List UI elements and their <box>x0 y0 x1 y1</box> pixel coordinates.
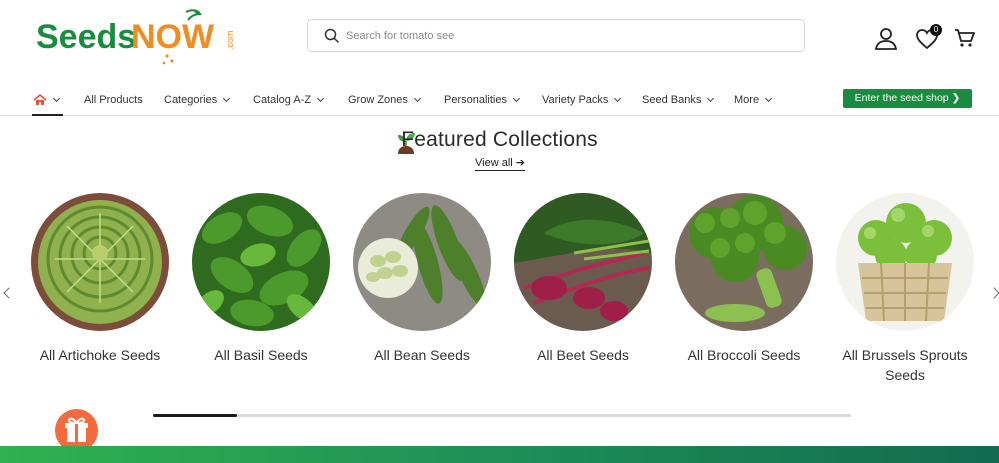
carousel-prev-icon[interactable] <box>3 287 15 299</box>
cart-icon[interactable] <box>953 26 977 50</box>
beet-image[interactable] <box>514 193 652 331</box>
nav-item-grow-zones[interactable]: Grow Zones <box>348 94 421 106</box>
nav-home[interactable] <box>33 94 61 106</box>
footer-banner-strip <box>0 446 999 463</box>
wishlist-button[interactable]: 0 <box>914 24 942 52</box>
collection-label[interactable]: All Brussels Sprouts Seeds <box>835 345 975 385</box>
active-nav-underline <box>32 114 63 116</box>
enter-seed-shop-button[interactable]: Enter the seed shop ❯ <box>843 89 972 108</box>
brussels-sprouts-image[interactable] <box>836 193 974 331</box>
collection-card-basil[interactable]: All Basil Seeds <box>191 193 331 365</box>
chevron-down-icon <box>765 94 773 103</box>
chevron-down-icon <box>52 94 61 103</box>
nav-item-label: Catalog A-Z <box>253 94 312 106</box>
user-icon[interactable] <box>873 26 899 52</box>
collection-label[interactable]: All Beet Seeds <box>513 345 653 365</box>
bean-image[interactable] <box>353 193 491 331</box>
chevron-down-icon <box>317 94 325 103</box>
collection-card-bean[interactable]: All Bean Seeds <box>352 193 492 365</box>
site-header: Seeds NOW .com 0 <box>0 0 999 80</box>
artichoke-image[interactable] <box>31 193 169 331</box>
collection-card-brussels-sprouts[interactable]: All Brussels Sprouts Seeds <box>835 193 975 385</box>
chevron-down-icon <box>223 94 231 103</box>
nav-item-catalog-a-z[interactable]: Catalog A-Z <box>253 94 325 106</box>
featured-collections-heading: Featured Collections <box>0 128 999 152</box>
collection-card-artichoke[interactable]: All Artichoke Seeds <box>30 193 170 365</box>
nav-item-categories[interactable]: Categories <box>164 94 231 106</box>
nav-item-label: All Products <box>84 94 143 106</box>
nav-item-personalities[interactable]: Personalities <box>444 94 521 106</box>
carousel-next-icon[interactable] <box>988 287 999 299</box>
chevron-down-icon <box>512 94 521 103</box>
chevron-down-icon <box>614 94 622 103</box>
wishlist-count-badge: 0 <box>930 24 942 36</box>
broccoli-image[interactable] <box>675 193 813 331</box>
collection-card-broccoli[interactable]: All Broccoli Seeds <box>674 193 814 365</box>
nav-item-all-products[interactable]: All Products <box>84 94 143 106</box>
carousel-scrollbar[interactable] <box>153 414 851 417</box>
search-bar[interactable] <box>307 19 805 52</box>
search-icon[interactable] <box>324 28 340 44</box>
nav-item-label: Grow Zones <box>348 94 408 106</box>
home-icon <box>33 94 47 105</box>
nav-item-seed-banks[interactable]: Seed Banks <box>642 94 715 106</box>
logo-seeds-text: Seeds <box>36 18 136 56</box>
nav-item-variety-packs[interactable]: Variety Packs <box>542 94 622 106</box>
logo-com-text: .com <box>225 30 235 50</box>
collection-label[interactable]: All Basil Seeds <box>191 345 331 365</box>
carousel-scrollbar-thumb[interactable] <box>153 414 237 417</box>
nav-item-label: Personalities <box>444 94 507 106</box>
nav-item-label: Categories <box>164 94 218 106</box>
logo-now-text: NOW <box>131 18 215 56</box>
nav-item-label: Variety Packs <box>542 94 609 106</box>
view-all-link[interactable]: View all ➔ <box>475 156 525 171</box>
collection-label[interactable]: All Bean Seeds <box>352 345 492 365</box>
collection-card-beet[interactable]: All Beet Seeds <box>513 193 653 365</box>
nav-item-more[interactable]: More <box>734 94 773 106</box>
section-title: Featured Collections <box>401 128 598 151</box>
search-input[interactable] <box>346 26 786 46</box>
seedsnow-logo[interactable]: Seeds NOW .com <box>36 8 241 66</box>
nav-item-label: Seed Banks <box>642 94 702 106</box>
basil-image[interactable] <box>192 193 330 331</box>
collection-label[interactable]: All Artichoke Seeds <box>30 345 170 365</box>
collection-label[interactable]: All Broccoli Seeds <box>674 345 814 365</box>
chevron-down-icon <box>413 94 421 103</box>
nav-item-label: More <box>734 94 760 106</box>
chevron-down-icon <box>707 94 715 103</box>
